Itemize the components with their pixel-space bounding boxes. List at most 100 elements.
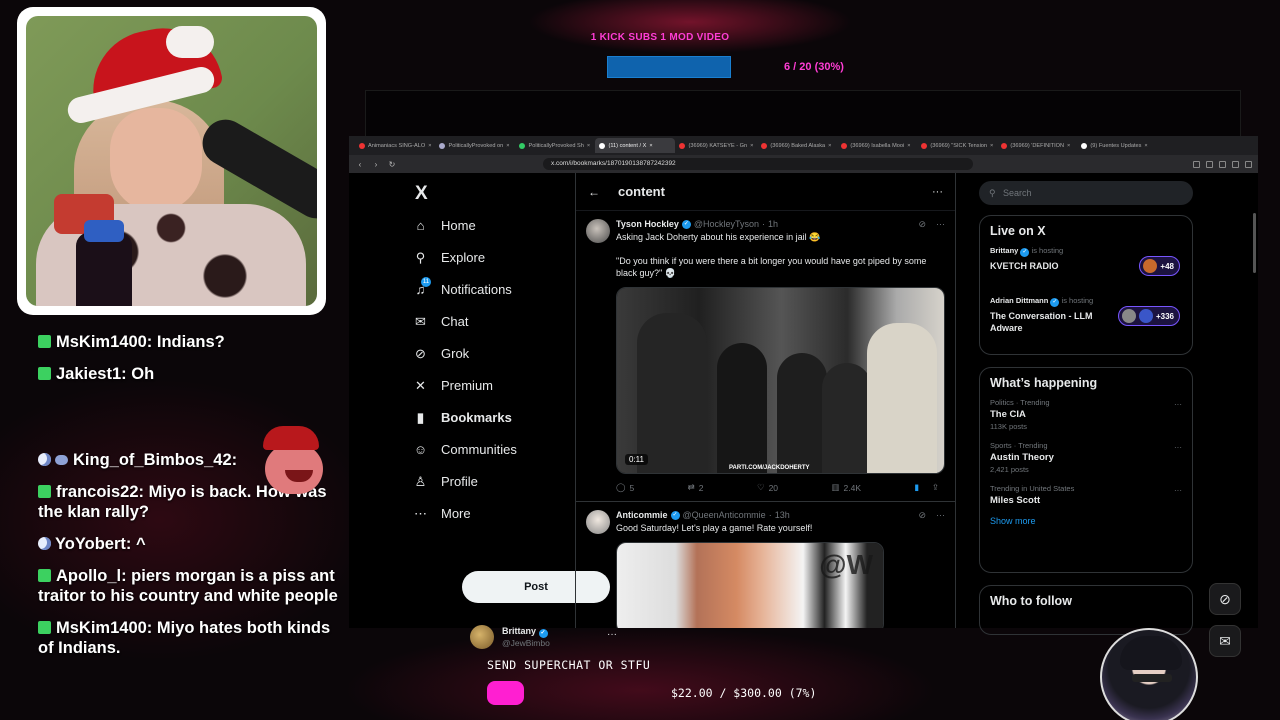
video-person xyxy=(822,363,872,473)
nav-item-notifications[interactable]: ♫ 11 Notifications xyxy=(413,276,512,301)
tweet-author-name[interactable]: Tyson Hockley xyxy=(616,219,679,229)
messages-icon[interactable]: ✉ xyxy=(1209,625,1241,657)
back-arrow-icon[interactable]: ← xyxy=(588,185,600,199)
nav-item-more[interactable]: ⋯ More xyxy=(413,501,471,525)
grok-icon[interactable]: ⊘ xyxy=(1209,583,1241,615)
tweet-video[interactable]: 0:11 PARTI.COM/JACKDOHERTY xyxy=(616,287,945,474)
nav-item-bookmarks[interactable]: ▮ Bookmarks xyxy=(413,405,512,429)
repost-button[interactable]: ⇄ 2 xyxy=(688,482,704,493)
tweet-handle[interactable]: @HockleyTyson xyxy=(694,219,759,229)
more-dots-icon[interactable]: ··· xyxy=(936,219,945,230)
search-input[interactable]: ⚲ Search xyxy=(979,181,1193,205)
nav-item-explore[interactable]: ⚲ Explore xyxy=(413,245,485,269)
trend-item[interactable]: Trending in United States Miles Scott ··… xyxy=(990,484,1182,506)
image-content[interactable]: @W xyxy=(617,543,883,628)
extension-icon[interactable] xyxy=(1193,160,1200,168)
close-tab-icon[interactable]: × xyxy=(587,143,590,149)
more-dots-icon[interactable]: ··· xyxy=(1174,400,1182,409)
nav-item-chat[interactable]: ✉ Chat xyxy=(413,309,468,333)
santa-hat-pom xyxy=(166,26,214,58)
browser-tab[interactable]: (11) content / X × xyxy=(595,138,676,153)
video-caption: PARTI.COM/JACKDOHERTY xyxy=(729,465,810,471)
chat-username: MsKim1400: xyxy=(56,619,153,637)
extension-icon[interactable] xyxy=(1232,160,1239,168)
chat-message: YoYobert: ^ xyxy=(38,534,338,554)
extension-icons xyxy=(1193,160,1252,168)
sub-goal-progress-text: 6 / 20 (30%) xyxy=(784,61,844,73)
nav-label: Premium xyxy=(441,377,494,393)
grok-icon[interactable]: ⊘ xyxy=(918,219,926,230)
avatar[interactable] xyxy=(586,510,610,534)
listener-pill[interactable]: +48 xyxy=(1139,256,1180,276)
live-space-item[interactable]: Adrian Dittmann ✓ is hosting The Convers… xyxy=(990,296,1182,334)
tweet-author-name[interactable]: Anticommie xyxy=(616,510,668,520)
chat-username: Apollo_l: xyxy=(56,567,127,585)
live-space-item[interactable]: Brittany ✓ is hosting KVETCH RADIO +48 xyxy=(990,246,1182,284)
nav-item-profile[interactable]: ♙ Profile xyxy=(413,469,478,493)
url-input[interactable]: x.com/i/bookmarks/1870190138787242392 xyxy=(543,158,973,170)
extension-icon[interactable] xyxy=(1206,160,1213,168)
extension-icon[interactable] xyxy=(1219,160,1226,168)
more-dots-icon[interactable]: ··· xyxy=(1174,443,1182,452)
close-tab-icon[interactable]: × xyxy=(649,143,652,149)
tweet-handle[interactable]: @QueenAnticommie xyxy=(683,510,766,520)
browser-tab[interactable]: PoliticallyProvoked Sh × xyxy=(515,138,595,153)
more-dots-icon[interactable]: ··· xyxy=(932,186,943,198)
more-dots-icon[interactable]: ··· xyxy=(607,629,617,640)
avatar[interactable] xyxy=(586,219,610,243)
views-button[interactable]: ▥ 2.4K xyxy=(831,482,861,493)
scrollbar[interactable] xyxy=(1253,213,1256,273)
browser-tab[interactable]: (9) Fuentes Updates × xyxy=(1077,138,1157,153)
menu-icon[interactable] xyxy=(1245,160,1252,168)
nav-item-premium[interactable]: ✕ Premium xyxy=(413,373,493,397)
browser-tab[interactable]: (36969) "SICK Tension × xyxy=(917,138,997,153)
chat-username: King_of_Bimbos_42: xyxy=(73,451,238,469)
like-button[interactable]: ♡ 20 xyxy=(757,482,778,493)
show-more-link[interactable]: Show more xyxy=(990,516,1182,526)
reply-button[interactable]: ◯ 5 xyxy=(616,482,634,493)
nav-item-communities[interactable]: ☺ Communities xyxy=(413,437,517,461)
listener-pill[interactable]: +336 xyxy=(1117,306,1180,326)
more-dots-icon[interactable]: ··· xyxy=(936,510,945,521)
browser-tab[interactable]: (36969) Isabella Mooi × xyxy=(837,138,917,153)
tab-label: (36969) KATSEYE - Gn xyxy=(688,142,748,149)
chat-message: MsKim1400: Indians? xyxy=(38,332,338,352)
webcam-frame xyxy=(17,7,326,315)
account-switcher[interactable]: Brittany ✓ @JewBimbo ··· xyxy=(470,625,620,649)
close-tab-icon[interactable]: × xyxy=(990,143,993,149)
page-title: content xyxy=(618,184,665,199)
share-icon[interactable]: ⇪ xyxy=(932,482,939,493)
back-arrow-icon[interactable]: ‹ xyxy=(355,160,365,169)
close-tab-icon[interactable]: × xyxy=(907,143,910,149)
x-logo-icon[interactable]: X xyxy=(415,183,428,205)
browser-tab[interactable]: (36969) 'DEFINITION × xyxy=(997,138,1077,153)
reply-count: 5 xyxy=(629,482,635,493)
card-title: Who to follow xyxy=(990,594,1072,608)
close-tab-icon[interactable]: × xyxy=(1067,143,1070,149)
tweet-time[interactable]: 13h xyxy=(775,510,790,520)
browser-tab[interactable]: (36969) Baked Alaska × xyxy=(757,138,837,153)
nav-item-grok[interactable]: ⊘ Grok xyxy=(413,341,469,365)
forward-arrow-icon[interactable]: › xyxy=(371,160,381,169)
more-dots-icon[interactable]: ··· xyxy=(1174,486,1182,495)
browser-tab[interactable]: Animaniacs SING-ALO × xyxy=(355,138,435,153)
tweet-image[interactable]: @W xyxy=(616,542,884,628)
browser-tab[interactable]: PoliticallyProvoked on × xyxy=(435,138,515,153)
close-tab-icon[interactable]: × xyxy=(1144,143,1147,149)
browser-tab[interactable]: (36969) KATSEYE - Gn × xyxy=(675,138,757,153)
tweet[interactable]: Tyson Hockley ✓ @HockleyTyson · 1h ⊘ ···… xyxy=(576,211,955,502)
close-tab-icon[interactable]: × xyxy=(750,143,753,149)
grok-icon[interactable]: ⊘ xyxy=(918,510,926,521)
close-tab-icon[interactable]: × xyxy=(506,143,509,149)
reload-icon[interactable]: ↻ xyxy=(387,160,397,169)
tweet[interactable]: Anticommie ✓ @QueenAnticommie · 13h ⊘ ··… xyxy=(576,502,955,628)
trend-item[interactable]: Sports · Trending Austin Theory 2,421 po… xyxy=(990,441,1182,474)
nav-item-home[interactable]: ⌂ Home xyxy=(413,213,476,237)
close-tab-icon[interactable]: × xyxy=(428,143,431,149)
video-frame[interactable]: 0:11 PARTI.COM/JACKDOHERTY xyxy=(617,288,944,473)
tweet-time[interactable]: 1h xyxy=(768,219,778,229)
bookmark-icon[interactable]: ▮ xyxy=(914,482,919,493)
trend-item[interactable]: Politics · Trending The CIA 113K posts ·… xyxy=(990,398,1182,431)
close-tab-icon[interactable]: × xyxy=(828,143,831,149)
avatar-glasses xyxy=(1132,674,1172,682)
